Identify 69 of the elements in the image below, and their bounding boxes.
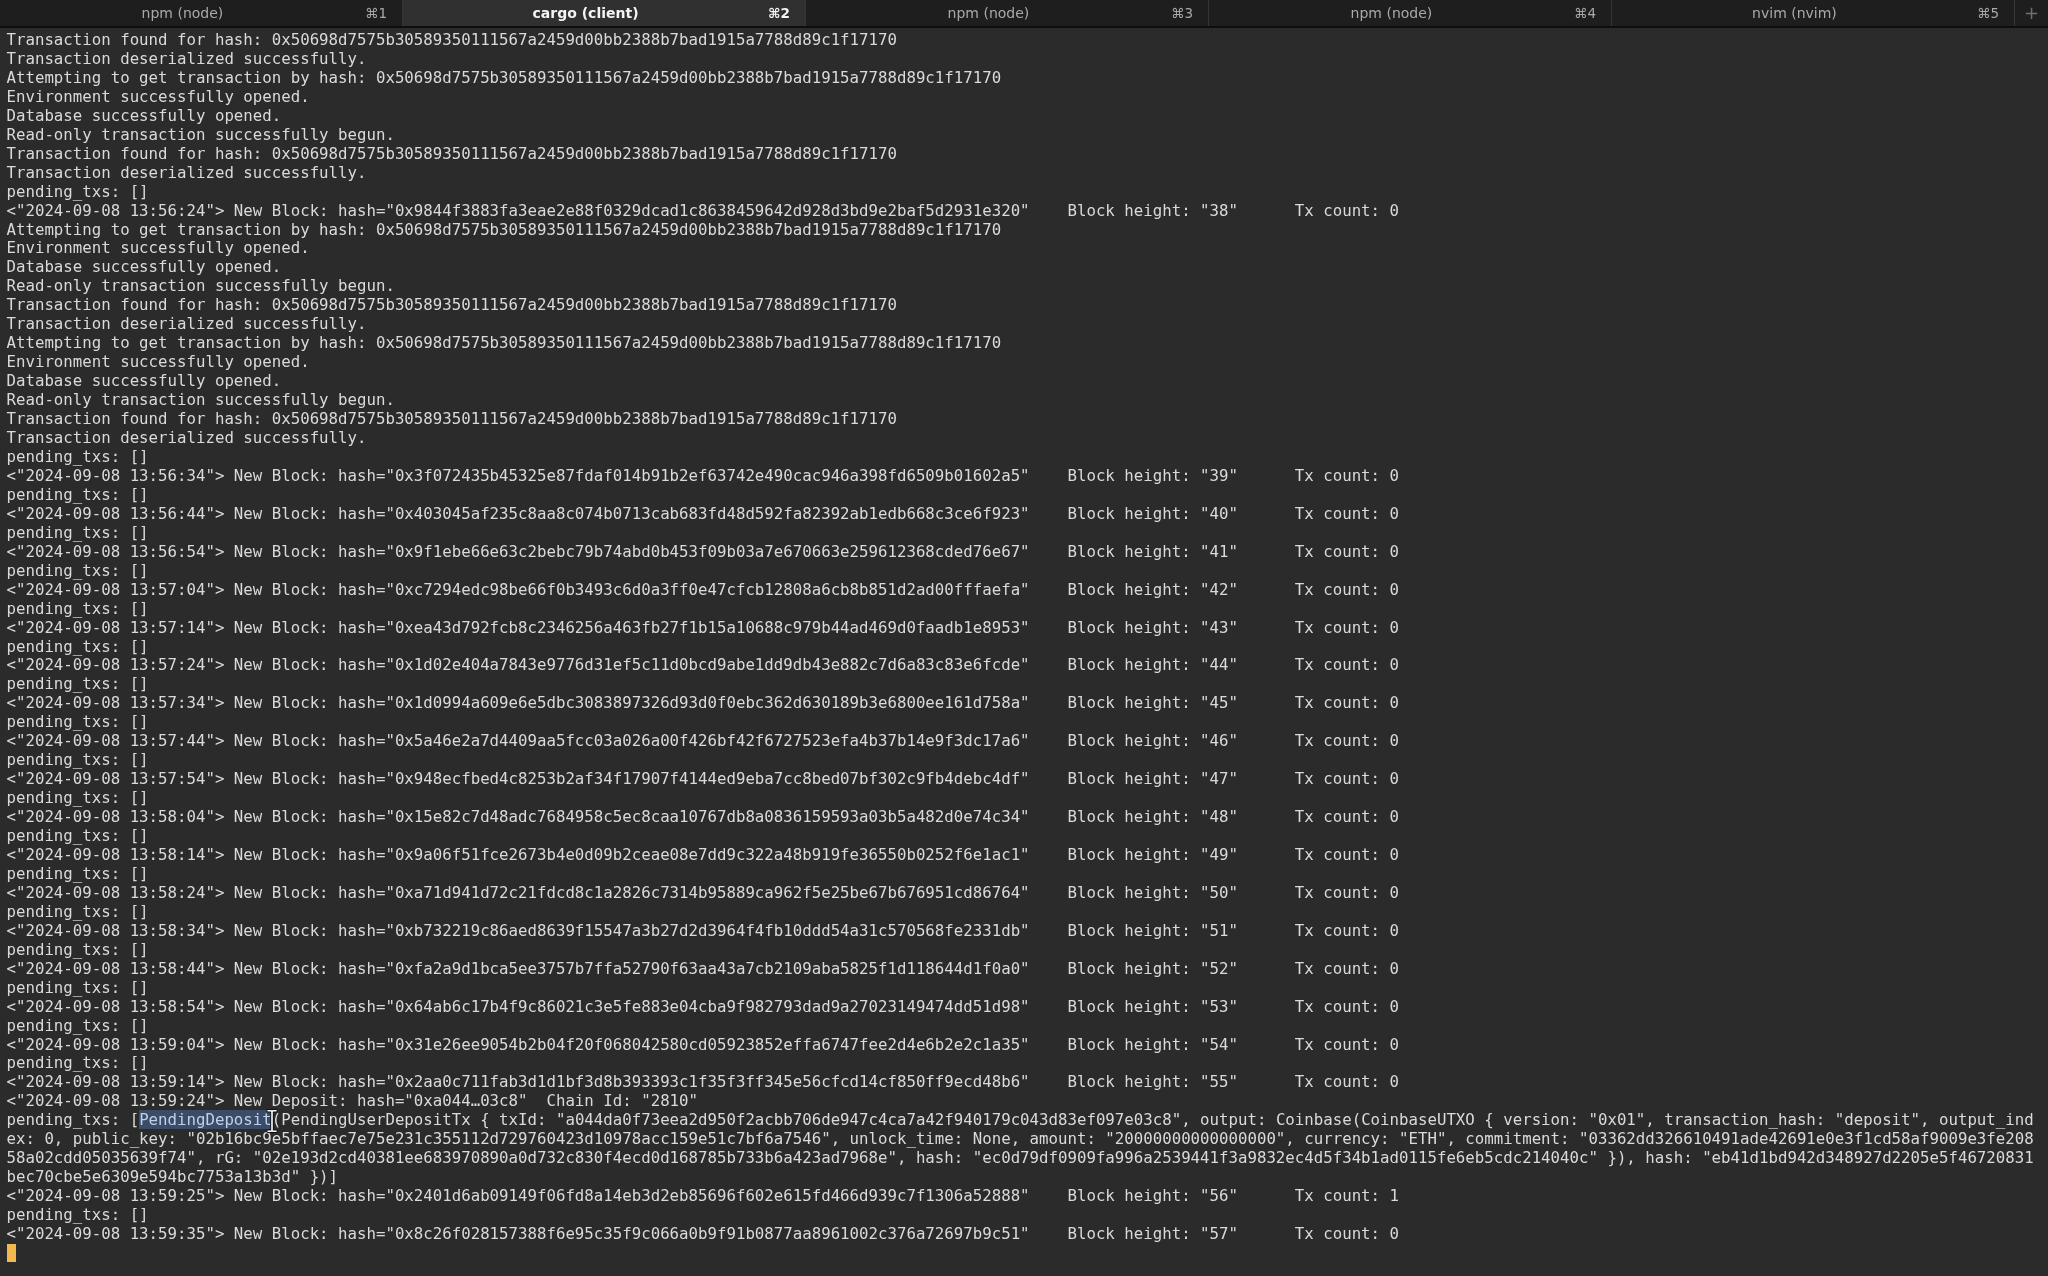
log-line: Transaction deserialized successfully. <box>6 429 367 448</box>
shortcut-label: ⌘2 <box>768 5 790 21</box>
log-line: Environment successfully opened. <box>6 87 310 107</box>
log-line: Transaction deserialized successfully. <box>6 163 367 183</box>
log-line: Transaction found for hash: 0x50698d7575b30589350111567a2459d00bb2388b7bad1915a7788d89c1f17170 <box>6 296 897 316</box>
log-line: pending_txs: [] <box>6 789 149 809</box>
log-line: <"2024-09-08 13:59:24"> New Deposit: hash="0xa044…03c8" Chain Id: "2810" <box>6 1092 699 1112</box>
log-line: Transaction deserialized successfully. <box>6 315 367 335</box>
log-line: <"2024-09-08 13:57:34"> New Block: hash="0x1d0994a609e6e5dbc3083897326d93d0f0ebc362d630189b3e6800ee161d758a" Block height: "45" Tx count: 0 <box>6 694 1400 714</box>
log-line: pending_txs: [] <box>6 827 149 846</box>
log-line: pending_txs: [] <box>6 902 149 922</box>
log-line: Transaction found for hash: 0x50698d7575b30589350111567a2459d00bb2388b7bad1915a7788d89c1f17170 <box>6 410 897 429</box>
log-line: <"2024-09-08 13:57:14"> New Block: hash="0xea43d792fcb8c2346256a463fb27f1b15a10688c979b44ad469d0faadb1e8953" Block height: "43" Tx count: 0 <box>6 618 1400 638</box>
log-line: <"2024-09-08 13:59:25"> New Block: hash="0x2401d6ab09149f06fd8a14eb3d2eb85696f602e615fd466d939c7f1306a52888" Block height: "56" Tx count: 1 <box>6 1187 1400 1207</box>
selected-text: PendingDeposit <box>139 1110 272 1130</box>
shortcut-label: ⌘3 <box>1170 5 1193 21</box>
log-line: <"2024-09-08 13:59:14"> New Block: hash="0x2aa0c711fab3d1d1bf3d8b393393c1f35f3ff345e56cfcd14cf850ff9ecd48b6" Block height: "55" Tx count: 0 <box>6 1073 1400 1093</box>
log-line: pending_txs: [] <box>6 1016 149 1036</box>
log-line: Environment successfully opened. <box>6 239 310 259</box>
log-line: pending_txs: [] <box>6 751 149 771</box>
log-line: <"2024-09-08 13:58:24"> New Block: hash="0xa71d941d72c21fdcd8c1a2826c7314b95889ca962f5e25be67b676951cd86764" Block height: "50" Tx count: 0 <box>6 883 1400 903</box>
log-line: <"2024-09-08 13:59:04"> New Block: hash="0x31e26ee9054b2b04f20f068042580cd05923852effa6747fee2d4e6b2e2c1a35" Block height: "54" Tx count: 0 <box>6 1035 1400 1055</box>
log-line: <"2024-09-08 13:56:44"> New Block: hash="0x403045af235c8aa8c074b0713cab683fd48d592fa82392ab1edb668c3ce6f923" Block height: "40" Tx count: 0 <box>6 504 1400 524</box>
log-line: Transaction found for hash: 0x50698d7575b30589350111567a2459d00bb2388b7bad1915a7788d89c1f17170 <box>6 31 897 50</box>
log-line: pending_txs: [] <box>6 485 149 505</box>
log-line: Read-only transaction successfully begun. <box>6 125 395 145</box>
log-line: pending_txs: [] <box>6 447 149 467</box>
log-line: pending_txs: [] <box>6 675 149 695</box>
log-line: pending_txs: [] <box>6 713 149 733</box>
shortcut-label: ⌘4 <box>1573 5 1596 21</box>
log-line: <"2024-09-08 13:58:44"> New Block: hash="0xfa2a9d1bca5ee3757b7ffa52790f63aa43a7cb2109aba5825f1d118644d1f0a0" Block height: "52" Tx count: 0 <box>6 959 1400 979</box>
log-line: Attempting to get transaction by hash: 0x50698d7575b30589350111567a2459d00bb2388b7bad1915a7788d89c1f17170 <box>6 220 1002 240</box>
log-line: Database successfully opened. <box>6 106 282 126</box>
log-line: Read-only transaction successfully begun. <box>6 391 395 411</box>
log-line: <"2024-09-08 13:56:54"> New Block: hash="0x9f1ebe66e63c2bebc79b74abd0b453f09b03a7e670663e259612368cded76e67" Block height: "41" Tx count: 0 <box>6 542 1400 562</box>
log-line: Attempting to get transaction by hash: 0x50698d7575b30589350111567a2459d00bb2388b7bad1915a7788d89c1f17170 <box>6 68 1002 88</box>
log-line: <"2024-09-08 13:58:14"> New Block: hash="0x9a06f51fce2673b4e0d09b2ceae08e7dd9c322a48b919fe36550b0252f6e1ac1" Block height: "49" Tx count: 0 <box>6 846 1400 865</box>
log-line: <"2024-09-08 13:57:24"> New Block: hash="0x1d02e404a7843e9776d31ef5c11d0bcd9abe1dd9db43e882c7d6a83c83e6fcde" Block height: "44" Tx count: 0 <box>6 656 1400 676</box>
log-line: pending_txs: [] <box>6 978 149 998</box>
log-line: <"2024-09-08 13:56:34"> New Block: hash="0x3f072435b45325e87fdaf014b91b2ef63742e490cac946a398fd6509b01602a5" Block height: "39" Tx count: 0 <box>6 466 1400 486</box>
log-line: Transaction deserialized successfully. <box>6 49 367 69</box>
log-line: pending_txs: [] <box>6 1054 149 1074</box>
log-line: pending_txs: [] <box>6 1206 149 1226</box>
log-line: <"2024-09-08 13:59:35"> New Block: hash="0x8c26f028157388f6e95c35f9c066a0b9f91b0877aa8961002c376a72697b9c51" Block height: "57" Tx count: 0 <box>6 1225 1400 1244</box>
log-line: pending_txs: [] <box>6 599 149 619</box>
log-line: <"2024-09-08 13:58:04"> New Block: hash="0x15e82c7d48adc7684958c5ec8caa10767db8a0836159593a03b5a482d0e74c34" Block height: "48" Tx count: 0 <box>6 808 1400 828</box>
log-line: <"2024-09-08 13:57:44"> New Block: hash="0x5a46e2a7d4409aa5fcc03a026a00f426bf42f6727523efa4b37b14e9f3dc17a6" Block height: "46" Tx count: 0 <box>6 732 1400 752</box>
log-line: pending_txs: [] <box>6 561 149 581</box>
log-line: <"2024-09-08 13:56:24"> New Block: hash="0x9844f3883fa3eae2e88f0329dcad1c8638459642d928d3bd9e2baf5d2931e320" Block height: "38" Tx count: 0 <box>6 201 1400 221</box>
log-line: Transaction found for hash: 0x50698d7575b30589350111567a2459d00bb2388b7bad1915a7788d89c1f17170 <box>6 144 897 164</box>
block-cursor-icon <box>6 1244 16 1262</box>
log-line: <"2024-09-08 13:58:54"> New Block: hash="0x64ab6c17b4f9c86021c3e5fe883e04cba9f982793dad9a27023149474dd51d98" Block height: "53" Tx count: 0 <box>6 997 1400 1017</box>
log-line: pending_txs: [] <box>6 637 149 657</box>
shortcut-label: ⌘5 <box>1976 5 1999 21</box>
tab[interactable]: cargo (client) ⌘2 <box>403 0 806 26</box>
log-line: Database successfully opened. <box>6 372 282 392</box>
log-line: pending_txs: [] <box>6 523 149 543</box>
log-line: pending_txs: [] <box>6 864 149 884</box>
log-line: Read-only transaction successfully begun. <box>6 277 395 297</box>
log-line: <"2024-09-08 13:57:54"> New Block: hash="0x948ecfbed4c8253b2af34f17907f4144ed9eba7cc8bed07bf302c9fb4debc4df" Block height: "47" Tx count: 0 <box>6 770 1400 790</box>
log-line: pending_txs: [] <box>6 182 149 202</box>
shortcut-label: ⌘1 <box>364 5 387 21</box>
log-line: Database successfully opened. <box>6 258 282 278</box>
log-line: pending_txs: [PendingDeposit(PendingUserDepositTx { txId: "a044da0f73eea2d950f2acbb706de947c4ca7a42f940179c043d83ef097e03c8", output: Coinbase(CoinbaseUTXO { version: "0x01", transaction_hash: "deposit", output_index: 0, public_key: "02b16bc9e5bffaec7e75e231c355112d729760423d10978acc159e51c7bf6a7546", unlock_time: None, amount: "20000000000000000", currency: "ETH", commitment: "03362dd326610491ade42691e0e3f1cd58af9009e3fe20858a02cdd05035639f74", rG: "02e193d2cd40381ee683970890a0d732c830f4ecd0d168785b733b6a423ad7968e", hash: "ec0d79df0909fa996a2539441f3a9832ec4d5f34b1ad0115fe6eb5cdc214040c" }), hash: "eb41d1bd942d348927d2205e5f46720831bec70cbe5e6309e594bc7753a13b3d" })] <box>6 1111 2035 1188</box>
log-line: Environment successfully opened. <box>6 353 310 373</box>
log-line: <"2024-09-08 13:57:04"> New Block: hash="0xc7294edc98be66f0b3493c6d0a3ff0e47cfcb12808a6cb8b851d2ad00fffaefa" Block height: "42" Tx count: 0 <box>6 580 1400 600</box>
log-line: <"2024-09-08 13:58:34"> New Block: hash="0xb732219c86aed8639f15547a3b27d2d3964f4fb10ddd54a31c570568fe2331db" Block height: "51" Tx count: 0 <box>6 921 1400 941</box>
log-line: pending_txs: [] <box>6 940 149 960</box>
log-line: Attempting to get transaction by hash: 0x50698d7575b30589350111567a2459d00bb2388b7bad1915a7788d89c1f17170 <box>6 334 1002 354</box>
